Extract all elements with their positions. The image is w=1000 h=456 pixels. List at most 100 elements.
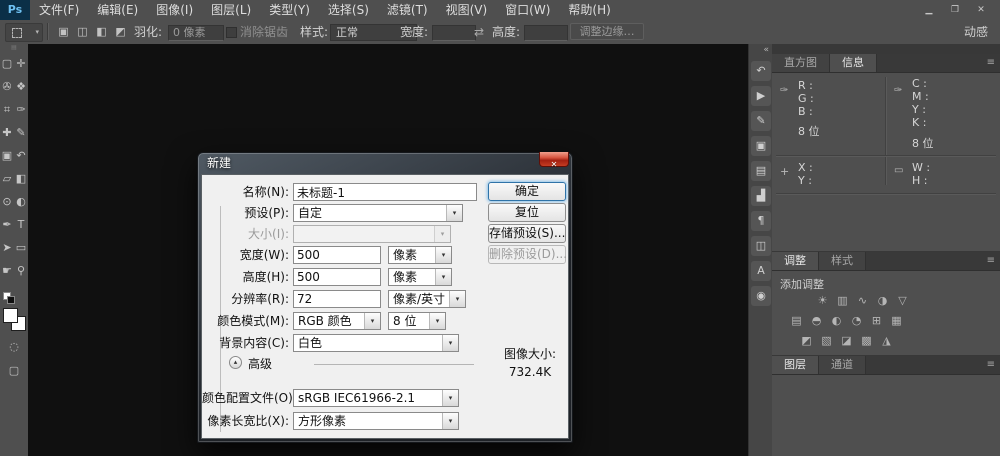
move-tool-icon[interactable]: ✛ bbox=[14, 52, 28, 75]
menu-item[interactable]: 视图(V) bbox=[437, 0, 497, 20]
restore-button[interactable]: ❐ bbox=[942, 0, 968, 20]
navigator-panel-icon[interactable]: ◉ bbox=[751, 286, 771, 306]
panel-menu-icon[interactable]: ≡ bbox=[987, 54, 995, 72]
selective-color-icon[interactable]: ◮ bbox=[878, 333, 895, 349]
menu-item[interactable]: 图层(L) bbox=[202, 0, 260, 20]
foreground-color-swatch[interactable] bbox=[3, 308, 18, 323]
resolution-unit-select[interactable]: 像素/英寸 ▾ bbox=[388, 290, 466, 308]
width-input[interactable] bbox=[293, 246, 381, 264]
height-unit-select[interactable]: 像素 ▾ bbox=[388, 268, 452, 286]
close-button[interactable]: ✕ bbox=[968, 0, 994, 20]
intersect-selection-icon[interactable]: ◩ bbox=[111, 23, 130, 40]
exposure-icon[interactable]: ◑ bbox=[874, 293, 891, 309]
black-white-icon[interactable]: ◐ bbox=[828, 313, 845, 329]
minimize-button[interactable]: ▁ bbox=[916, 0, 942, 20]
menu-item[interactable]: 滤镜(T) bbox=[378, 0, 437, 20]
paragraph-panel-icon[interactable]: ¶ bbox=[751, 211, 771, 231]
pixel-aspect-select[interactable]: 方形像素 ▾ bbox=[293, 412, 459, 430]
clone-source-panel-icon[interactable]: ▣ bbox=[751, 136, 771, 156]
dodge-tool-icon[interactable]: ◐ bbox=[14, 190, 28, 213]
menu-item[interactable]: 选择(S) bbox=[319, 0, 378, 20]
color-depth-select[interactable]: 8 位 ▾ bbox=[388, 312, 446, 330]
curves-icon[interactable]: ∿ bbox=[854, 293, 871, 309]
reset-button[interactable]: 复位 bbox=[488, 203, 566, 222]
preset-select[interactable]: 自定 ▾ bbox=[293, 204, 463, 222]
subtract-from-selection-icon[interactable]: ◧ bbox=[92, 23, 111, 40]
hand-tool-icon[interactable]: ☛ bbox=[0, 259, 14, 282]
workspace-switcher[interactable]: 动感 bbox=[964, 20, 988, 44]
width-unit-select[interactable]: 像素 ▾ bbox=[388, 246, 452, 264]
hue-saturation-icon[interactable]: ▤ bbox=[788, 313, 805, 329]
histogram-panel-icon[interactable]: ▟ bbox=[751, 186, 771, 206]
gradient-map-icon[interactable]: ▩ bbox=[858, 333, 875, 349]
vibrance-icon[interactable]: ▽ bbox=[894, 293, 911, 309]
width-input[interactable] bbox=[432, 25, 476, 41]
height-input[interactable] bbox=[293, 268, 381, 286]
zoom-tool-icon[interactable]: ⚲ bbox=[14, 259, 28, 282]
default-colors-icon[interactable] bbox=[3, 292, 15, 304]
rectangle-tool-icon[interactable]: ▭ bbox=[14, 236, 28, 259]
history-brush-tool-icon[interactable]: ↶ bbox=[14, 144, 28, 167]
refine-edge-button[interactable]: 调整边缘… bbox=[570, 23, 644, 40]
rectangular-marquee-tool-icon[interactable]: ▢ bbox=[0, 52, 14, 75]
menu-item[interactable]: 图像(I) bbox=[147, 0, 202, 20]
color-lookup-icon[interactable]: ▦ bbox=[888, 313, 905, 329]
brush-tool-icon[interactable]: ✎ bbox=[14, 121, 28, 144]
channel-mixer-icon[interactable]: ⊞ bbox=[868, 313, 885, 329]
tool-preset-picker[interactable]: ▾ bbox=[5, 23, 43, 42]
tab-info[interactable]: 信息 bbox=[830, 54, 877, 72]
screen-mode-icon[interactable]: ▢ bbox=[0, 364, 28, 377]
blur-tool-icon[interactable]: ⊙ bbox=[0, 190, 14, 213]
brightness-contrast-icon[interactable]: ☀ bbox=[814, 293, 831, 309]
character-panel-icon[interactable]: A bbox=[751, 261, 771, 281]
levels-icon[interactable]: ▥ bbox=[834, 293, 851, 309]
invert-icon[interactable]: ◩ bbox=[798, 333, 815, 349]
antialias-checkbox[interactable] bbox=[226, 27, 237, 38]
eyedropper-tool-icon[interactable]: ✑ bbox=[14, 98, 28, 121]
background-select[interactable]: 白色 ▾ bbox=[293, 334, 459, 352]
notes-panel-icon[interactable]: ▤ bbox=[751, 161, 771, 181]
posterize-icon[interactable]: ▧ bbox=[818, 333, 835, 349]
panel-menu-icon[interactable]: ≡ bbox=[987, 252, 995, 270]
quick-selection-tool-icon[interactable]: ❖ bbox=[14, 75, 28, 98]
spot-healing-brush-tool-icon[interactable]: ✚ bbox=[0, 121, 14, 144]
menu-item[interactable]: 编辑(E) bbox=[88, 0, 147, 20]
save-preset-button[interactable]: 存储预设(S)... bbox=[488, 224, 566, 243]
tab-channels[interactable]: 通道 bbox=[819, 356, 866, 374]
expand-panels-icon[interactable]: « bbox=[749, 44, 773, 56]
quick-mask-icon[interactable]: ◌ bbox=[0, 340, 28, 353]
color-profile-select[interactable]: sRGB IEC61966-2.1 ▾ bbox=[293, 389, 459, 407]
resolution-input[interactable] bbox=[293, 290, 381, 308]
new-selection-icon[interactable]: ▣ bbox=[54, 23, 73, 40]
layer-comps-panel-icon[interactable]: ◫ bbox=[751, 236, 771, 256]
ok-button[interactable]: 确定 bbox=[488, 182, 566, 201]
menu-item[interactable]: 类型(Y) bbox=[260, 0, 319, 20]
toolbar-grip-icon[interactable]: ▤ bbox=[0, 44, 28, 52]
type-tool-icon[interactable]: T bbox=[14, 213, 28, 236]
tab-histogram[interactable]: 直方图 bbox=[772, 54, 830, 72]
height-input[interactable] bbox=[524, 25, 568, 41]
advanced-toggle-button[interactable]: ▴ bbox=[229, 356, 242, 369]
eraser-tool-icon[interactable]: ▱ bbox=[0, 167, 14, 190]
photo-filter-icon[interactable]: ◔ bbox=[848, 313, 865, 329]
swap-dimensions-icon[interactable]: ⇄ bbox=[474, 20, 484, 44]
dialog-close-button[interactable]: ✕ bbox=[539, 152, 569, 167]
pen-tool-icon[interactable]: ✒ bbox=[0, 213, 14, 236]
brush-panel-icon[interactable]: ✎ bbox=[751, 111, 771, 131]
tab-styles[interactable]: 样式 bbox=[819, 252, 866, 270]
crop-tool-icon[interactable]: ⌗ bbox=[0, 98, 14, 121]
tab-layers[interactable]: 图层 bbox=[772, 356, 819, 374]
menu-item[interactable]: 帮助(H) bbox=[559, 0, 619, 20]
color-mode-select[interactable]: RGB 颜色 ▾ bbox=[293, 312, 381, 330]
add-to-selection-icon[interactable]: ◫ bbox=[73, 23, 92, 40]
feather-input[interactable]: 0 像素 bbox=[168, 25, 224, 41]
dialog-title-bar[interactable]: 新建 ✕ bbox=[198, 153, 572, 174]
panel-menu-icon[interactable]: ≡ bbox=[987, 356, 995, 374]
gradient-tool-icon[interactable]: ◧ bbox=[14, 167, 28, 190]
path-selection-tool-icon[interactable]: ➤ bbox=[0, 236, 14, 259]
color-balance-icon[interactable]: ◓ bbox=[808, 313, 825, 329]
menu-item[interactable]: 文件(F) bbox=[30, 0, 88, 20]
threshold-icon[interactable]: ◪ bbox=[838, 333, 855, 349]
name-input[interactable] bbox=[293, 183, 477, 201]
tab-adjustments[interactable]: 调整 bbox=[772, 252, 819, 270]
